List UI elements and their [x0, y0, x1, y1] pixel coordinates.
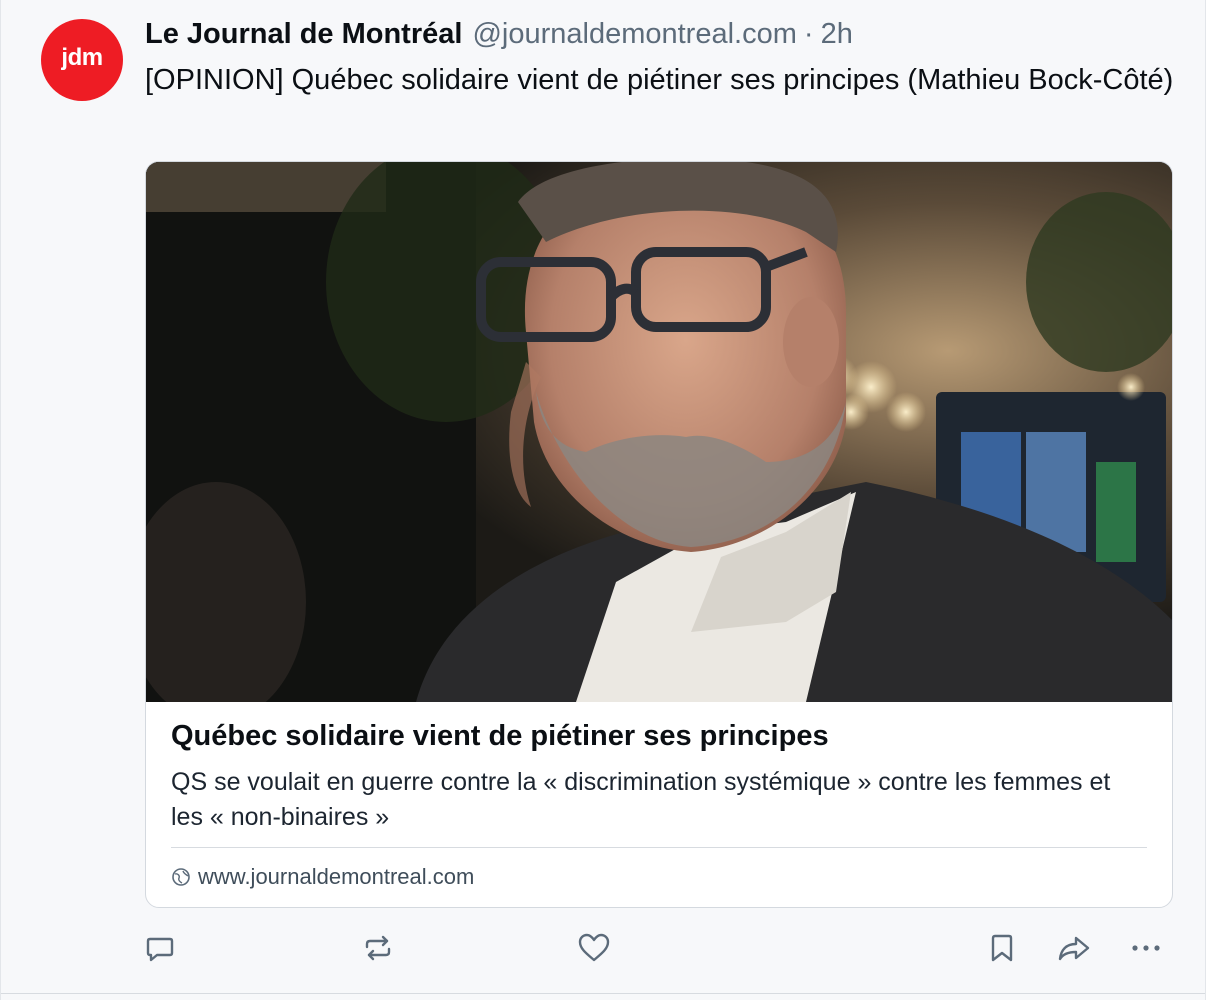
post-text: [OPINION] Québec solidaire vient de piét… [145, 64, 1174, 96]
post-divider [1, 993, 1205, 994]
like-icon [578, 933, 610, 962]
reply-button[interactable] [140, 926, 180, 970]
link-preview-card[interactable]: Québec solidaire vient de piétiner ses p… [145, 161, 1173, 908]
reply-icon [146, 937, 174, 962]
bookmark-icon [991, 934, 1013, 962]
like-button[interactable] [574, 926, 614, 970]
globe-icon [171, 867, 191, 887]
card-domain-text: www.journaldemontreal.com [198, 864, 475, 889]
more-icon [1132, 945, 1160, 951]
repost-icon [365, 935, 391, 961]
card-domain[interactable]: www.journaldemontreal.com [171, 862, 474, 892]
card-description: QS se voulait en guerre contre la « disc… [171, 768, 1111, 831]
card-title[interactable]: Québec solidaire vient de piétiner ses p… [171, 720, 1151, 753]
link-thumbnail [146, 162, 1172, 702]
bookmark-button[interactable] [982, 926, 1022, 970]
avatar[interactable]: jdm [41, 19, 123, 101]
avatar-logo-text: jdm [61, 44, 103, 71]
more-options-button[interactable] [1126, 926, 1166, 970]
share-icon [1058, 936, 1090, 961]
separator: · [803, 18, 814, 50]
post-header: Le Journal de Montréal @journaldemontrea… [145, 18, 853, 54]
repost-button[interactable] [358, 926, 398, 970]
post-card[interactable]: jdm Le Journal de Montréal @journaldemon… [0, 0, 1206, 1000]
display-name[interactable]: Le Journal de Montréal [145, 18, 462, 51]
post-actions [1, 926, 1206, 970]
share-button[interactable] [1054, 926, 1094, 970]
handle[interactable]: @journaldemontreal.com [472, 18, 796, 51]
timestamp[interactable]: 2h [821, 18, 853, 51]
card-divider [171, 847, 1147, 848]
